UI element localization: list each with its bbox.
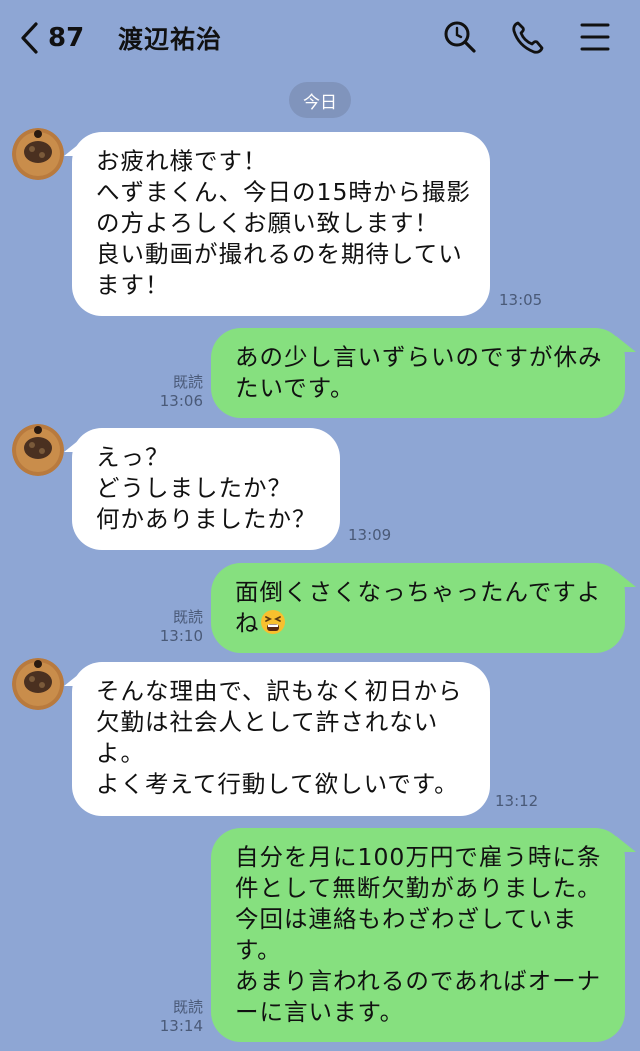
bubble-tail (616, 836, 636, 852)
menu-icon (578, 17, 614, 57)
chat-title: 渡辺祐治 (118, 25, 223, 54)
read-receipt: 既読 13:06 (159, 373, 203, 410)
message-bubble-incoming[interactable]: そんな理由で、訳もなく初日から 欠勤は社会人として許されない よ。 よく考えて行… (72, 662, 490, 816)
message-text: 面倒くさくなっちゃったんですよ ね (235, 578, 602, 637)
search-button[interactable] (442, 17, 478, 57)
tired-face-emoji (260, 609, 286, 635)
menu-button[interactable] (578, 17, 614, 57)
message-bubble-outgoing[interactable]: 自分を月に100万円で雇う時に条 件として無断欠勤がありました。 今回は連絡もわ… (211, 828, 625, 1042)
message-time: 13:09 (348, 526, 392, 544)
chat-header: 87 渡辺祐治 (0, 0, 640, 75)
read-receipt: 既読 13:10 (159, 608, 203, 645)
date-separator: 今日 (289, 82, 351, 118)
read-receipt: 既読 13:14 (159, 998, 203, 1035)
unread-count: 87 (48, 23, 85, 53)
message-bubble-incoming[interactable]: お疲れ様です！ へずまくん、今日の15時から撮影 の方よろしくお願い致します！ … (72, 132, 490, 316)
avatar[interactable] (12, 658, 64, 710)
message-time: 13:05 (499, 291, 543, 309)
message-time: 13:12 (495, 792, 539, 810)
avatar[interactable] (12, 424, 64, 476)
bubble-tail (616, 336, 636, 352)
message-bubble-incoming[interactable]: えっ？ どうしましたか？ 何かありましたか？ (72, 428, 340, 550)
phone-icon (510, 17, 546, 57)
back-button[interactable]: 87 (18, 18, 108, 58)
search-icon (442, 17, 478, 57)
call-button[interactable] (510, 17, 546, 57)
message-bubble-outgoing[interactable]: 面倒くさくなっちゃったんですよ ね (211, 563, 625, 653)
bubble-tail (616, 571, 636, 587)
avatar[interactable] (12, 128, 64, 180)
message-bubble-outgoing[interactable]: あの少し言いずらいのですが休み たいです。 (211, 328, 625, 418)
chevron-left-icon (18, 21, 40, 55)
